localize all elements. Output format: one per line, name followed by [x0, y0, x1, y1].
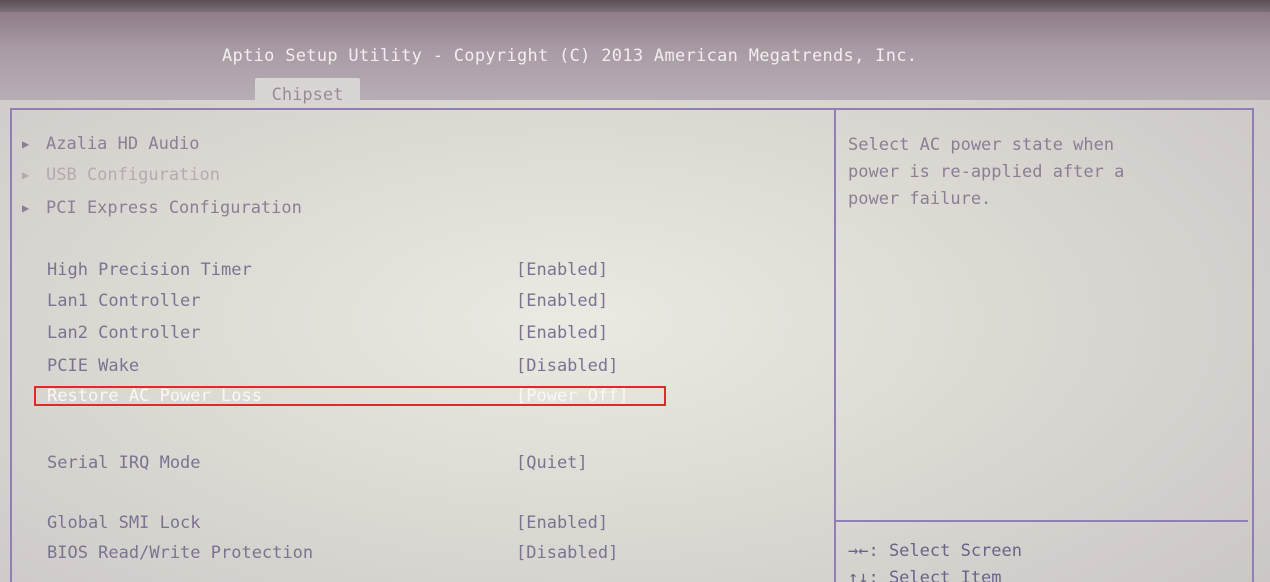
- setting-value[interactable]: [Enabled]: [516, 320, 608, 346]
- tab-chipset[interactable]: Chipset: [255, 78, 360, 112]
- submenu-pci-express-configuration[interactable]: ▶ PCI Express Configuration: [22, 196, 302, 220]
- submenu-azalia-hd-audio[interactable]: ▶ Azalia HD Audio: [22, 132, 200, 156]
- setting-label: Serial IRQ Mode: [47, 453, 201, 473]
- setting-label: BIOS Read/Write Protection: [47, 543, 314, 563]
- help-line: Select AC power state when: [848, 135, 1115, 155]
- setting-global-smi-lock[interactable]: Global SMI Lock [Enabled]: [47, 510, 827, 536]
- setting-value[interactable]: [Power Off]: [516, 383, 629, 409]
- setting-label: Restore AC Power Loss: [47, 386, 262, 406]
- setting-lan2-controller[interactable]: Lan2 Controller [Enabled]: [47, 320, 827, 346]
- setting-value[interactable]: [Disabled]: [516, 353, 618, 379]
- help-divider: [836, 520, 1248, 522]
- setting-value[interactable]: [Enabled]: [516, 510, 608, 536]
- setting-label: Lan2 Controller: [47, 323, 201, 343]
- submenu-arrow-icon: ▶: [22, 137, 30, 151]
- setting-restore-ac-power-loss[interactable]: Restore AC Power Loss [Power Off]: [47, 383, 827, 409]
- monitor-bezel: [0, 0, 1270, 12]
- submenu-label: USB Configuration: [46, 165, 220, 185]
- key-help-select-item: ↑↓: Select Item: [848, 568, 1002, 582]
- panel-divider: [834, 110, 836, 582]
- submenu-usb-configuration[interactable]: ▶ USB Configuration: [22, 163, 220, 187]
- submenu-arrow-icon: ▶: [22, 201, 30, 215]
- setting-value[interactable]: [Disabled]: [516, 540, 618, 566]
- setting-label: Lan1 Controller: [47, 291, 201, 311]
- submenu-label: Azalia HD Audio: [46, 134, 200, 154]
- help-description: Select AC power state when power is re-a…: [848, 132, 1243, 213]
- help-line: power is re-applied after a: [848, 162, 1125, 182]
- header-title: Aptio Setup Utility - Copyright (C) 2013…: [222, 46, 918, 66]
- setting-label: Global SMI Lock: [47, 513, 201, 533]
- help-line: power failure.: [848, 189, 992, 209]
- setting-label: High Precision Timer: [47, 260, 252, 280]
- setting-value[interactable]: [Quiet]: [516, 450, 588, 476]
- setting-bios-read-write-protection[interactable]: BIOS Read/Write Protection [Disabled]: [47, 540, 827, 566]
- setting-pcie-wake[interactable]: PCIE Wake [Disabled]: [47, 353, 827, 379]
- submenu-label: PCI Express Configuration: [46, 198, 302, 218]
- key-help-select-screen: →←: Select Screen: [848, 541, 1022, 561]
- setting-value[interactable]: [Enabled]: [516, 257, 608, 283]
- header-bar: Aptio Setup Utility - Copyright (C) 2013…: [0, 12, 1270, 112]
- bios-screen: Aptio Setup Utility - Copyright (C) 2013…: [0, 0, 1270, 582]
- setting-high-precision-timer[interactable]: High Precision Timer [Enabled]: [47, 257, 827, 283]
- setting-lan1-controller[interactable]: Lan1 Controller [Enabled]: [47, 288, 827, 314]
- submenu-arrow-icon: ▶: [22, 168, 30, 182]
- setting-serial-irq-mode[interactable]: Serial IRQ Mode [Quiet]: [47, 450, 827, 476]
- setting-label: PCIE Wake: [47, 356, 140, 376]
- setting-value[interactable]: [Enabled]: [516, 288, 608, 314]
